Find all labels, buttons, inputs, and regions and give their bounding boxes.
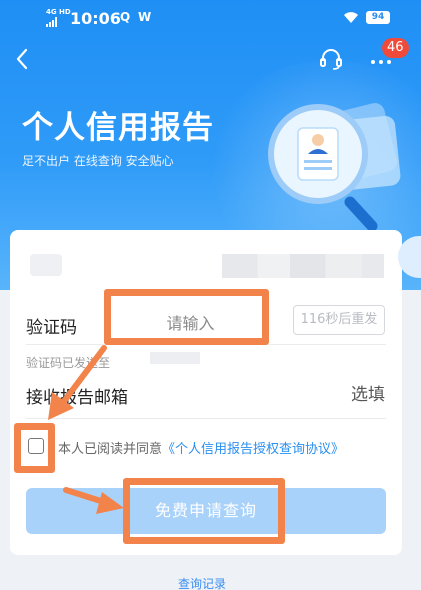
network-type: 4G HD [46, 8, 71, 16]
agreement-link[interactable]: 《个人信用报告授权查询协议》 [162, 442, 344, 457]
email-input[interactable] [170, 380, 385, 410]
agreement-prefix: 本人已阅读并同意 [58, 442, 163, 457]
blurred-id-number [222, 254, 384, 278]
blurred-name [30, 254, 62, 276]
battery-icon: 94 [366, 11, 390, 24]
verification-code-input[interactable] [118, 306, 263, 340]
resend-code-button[interactable]: 116秒后重发 [293, 305, 385, 335]
back-chevron-icon[interactable] [8, 42, 36, 76]
page-subtitle: 足不出户 在线查询 安全贴心 [22, 154, 174, 168]
email-label: 接收报告邮箱 [26, 388, 128, 408]
agreement-checkbox[interactable] [28, 438, 44, 454]
agreement-text: 本人已阅读并同意《个人信用报告授权查询协议》 [58, 438, 344, 457]
divider [26, 418, 386, 419]
wifi-icon [344, 12, 358, 23]
wechat-icon: W [138, 10, 152, 24]
status-bar: 4G HD 10:06 Q W 94 [0, 0, 421, 36]
notification-badge: 46 [382, 38, 409, 58]
submit-query-button[interactable]: 免费申请查询 [26, 488, 386, 534]
app-q-icon: Q [120, 10, 131, 24]
query-records-link[interactable]: 查询记录 [178, 575, 226, 590]
verification-code-label: 验证码 [26, 318, 77, 338]
credit-report-illustration [268, 103, 401, 232]
status-time: 10:06 [70, 9, 121, 28]
headset-icon[interactable] [318, 46, 344, 72]
divider [26, 344, 386, 345]
signal-icon [46, 17, 60, 27]
page-title: 个人信用报告 [22, 110, 214, 146]
code-sent-hint: 验证码已发送至 [26, 356, 111, 370]
blurred-phone-number [150, 352, 200, 364]
